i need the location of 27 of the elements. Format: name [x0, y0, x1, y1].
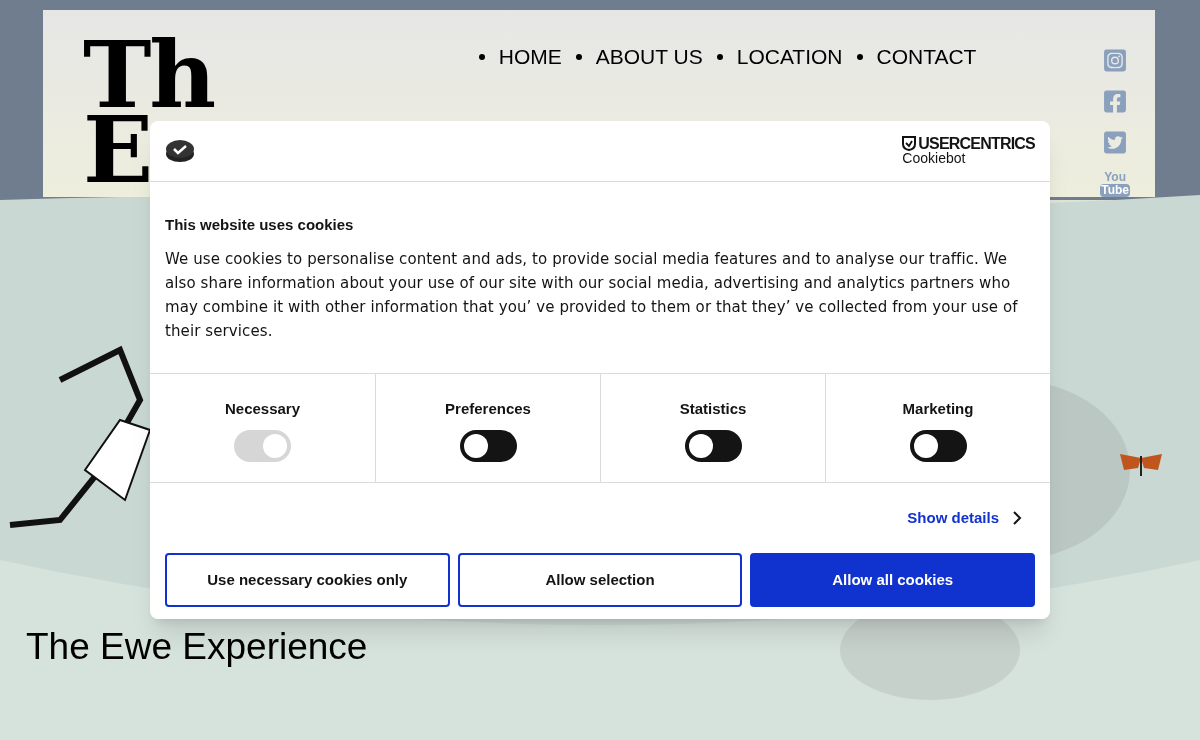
page-title: The Ewe Experience [26, 624, 369, 669]
nav-link[interactable]: ABOUT US [575, 41, 703, 73]
dialog-title: This website uses cookies [165, 215, 355, 235]
site-logo[interactable]: Th [83, 38, 214, 113]
cookie-button[interactable]: Use necessary cookies only [165, 553, 450, 607]
twitter-icon[interactable] [1102, 130, 1129, 155]
product-name: Cookiebot [902, 151, 967, 166]
category-label: Marketing [902, 398, 974, 419]
show-details-link[interactable]: Show details [907, 506, 1022, 529]
cookie-check-icon [165, 139, 195, 163]
category-label: Statistics [679, 398, 747, 419]
toggle-switch[interactable] [684, 430, 742, 462]
chevron-right-icon [1013, 510, 1022, 525]
shield-icon [902, 136, 917, 151]
instagram-icon[interactable] [1102, 48, 1129, 73]
nav-link[interactable]: CONTACT [856, 41, 977, 73]
nav-link[interactable]: LOCATION [716, 41, 843, 73]
cookie-button[interactable]: Allow all cookies [750, 553, 1035, 607]
cookie-button[interactable]: Allow selection [457, 553, 743, 607]
category-label: Necessary [224, 398, 301, 419]
facebook-icon[interactable] [1102, 89, 1129, 114]
brand-logo: USERCENTRICS [918, 136, 1035, 151]
toggle-switch[interactable] [909, 430, 967, 462]
nav-link[interactable]: HOME [478, 41, 562, 73]
category-label: Preferences [445, 398, 531, 419]
dialog-text: We use cookies to personalise content and ads, to provide social media features and to analyse our traffic. We also share information about your use of our site with our social media, advertising and analytics partners who may combine it with other information that you’ ve provided to them or that they’ ve collected from your use of their services. [165, 248, 1019, 342]
toggle-switch[interactable] [459, 430, 517, 462]
